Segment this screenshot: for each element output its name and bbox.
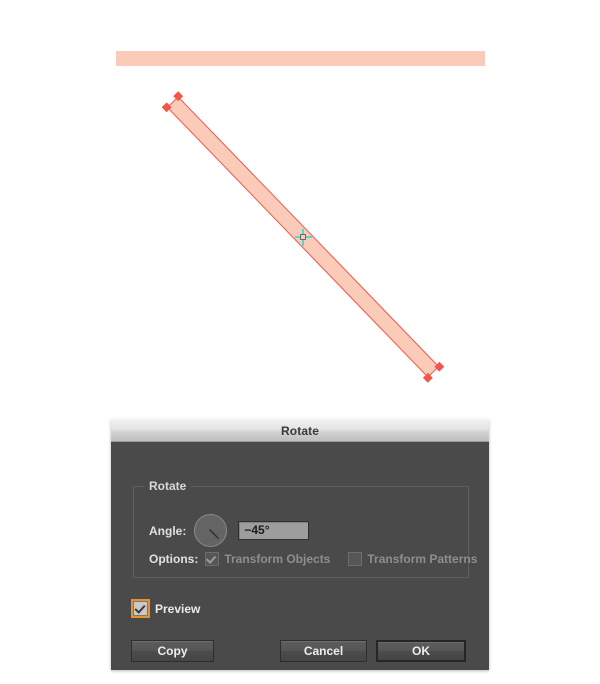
transform-objects-label: Transform Objects xyxy=(224,552,331,566)
copy-button[interactable]: Copy xyxy=(131,640,214,662)
rotation-origin-center-box xyxy=(300,234,306,240)
dialog-titlebar[interactable]: Rotate xyxy=(111,419,489,442)
transform-objects-checkbox-box xyxy=(205,552,220,566)
anchor-point-top-right[interactable] xyxy=(434,361,445,372)
angle-dial-icon[interactable] xyxy=(194,514,228,547)
transform-patterns-checkbox-box xyxy=(348,552,363,566)
preview-checkbox[interactable]: Preview xyxy=(131,599,201,618)
angle-row: Angle: xyxy=(149,514,310,547)
anchor-point-bottom-left[interactable] xyxy=(161,102,172,113)
anchor-point-top-left[interactable] xyxy=(173,91,184,102)
options-label: Options: xyxy=(149,552,199,566)
transform-objects-checkbox: Transform Objects xyxy=(205,552,330,566)
dialog-body: Rotate Angle: Options: Transform Objects xyxy=(111,442,489,671)
anchor-point-bottom-right[interactable] xyxy=(422,372,433,383)
transform-patterns-checkbox: Transform Patterns xyxy=(348,552,477,566)
ok-button[interactable]: OK xyxy=(376,640,466,662)
rotate-groupbox: Rotate Angle: Options: Transform Objects xyxy=(133,479,477,578)
preview-checkbox-box[interactable] xyxy=(131,599,150,618)
options-row: Options: Transform Objects Transform Pat… xyxy=(149,552,495,566)
original-horizontal-bar[interactable] xyxy=(116,51,485,66)
angle-label: Angle: xyxy=(149,523,187,538)
rotate-dialog: Rotate Rotate Angle: Options: Transform … xyxy=(111,419,489,670)
transform-patterns-label: Transform Patterns xyxy=(367,552,478,566)
preview-label: Preview xyxy=(155,601,201,616)
angle-input[interactable] xyxy=(238,521,310,540)
cancel-button[interactable]: Cancel xyxy=(280,640,367,662)
dialog-title: Rotate xyxy=(281,423,319,438)
rotate-groupbox-legend: Rotate xyxy=(144,479,192,493)
